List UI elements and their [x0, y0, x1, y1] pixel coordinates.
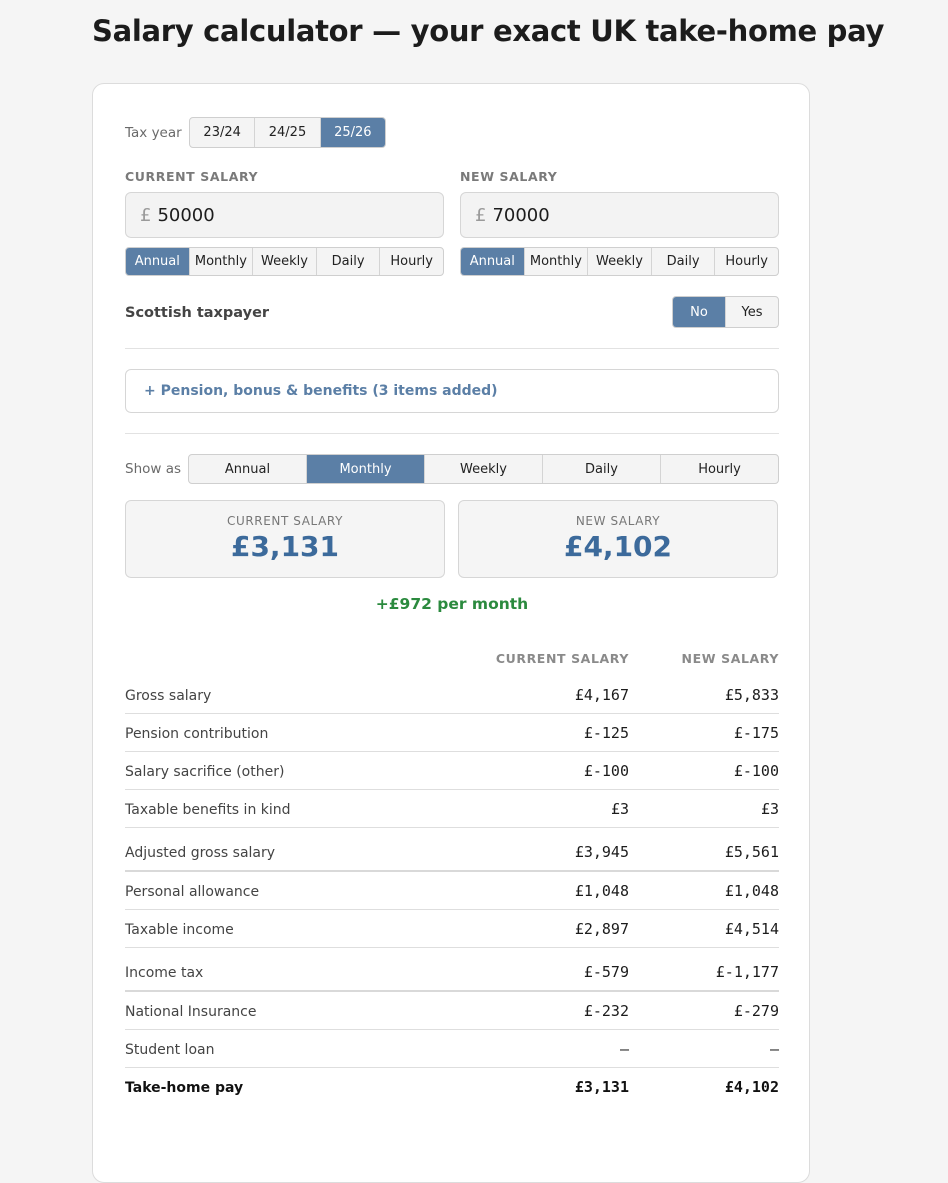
current-result-amount: £3,131: [230, 530, 340, 563]
difference-text: +£972 per month: [375, 595, 529, 613]
show-as-daily[interactable]: Daily: [543, 455, 661, 483]
divider: [125, 433, 779, 434]
table-header: CURRENT SALARY NEW SALARY: [125, 640, 779, 676]
row-current-value: —: [619, 1040, 629, 1058]
page-title: Salary calculator — your exact UK take-h…: [92, 14, 885, 48]
current-currency-symbol: £: [140, 204, 152, 226]
row-current-value: £3,945: [574, 843, 629, 861]
current-salary-value: 50000: [157, 204, 215, 226]
row-new-value: £-1,177: [715, 963, 779, 981]
current-salary-label: CURRENT SALARY: [125, 169, 259, 184]
row-new-value: £3: [760, 800, 779, 818]
row-new-value: £4,102: [724, 1078, 779, 1096]
current-result-box: CURRENT SALARY £3,131: [125, 500, 445, 578]
row-label: Pension contribution: [125, 726, 269, 742]
current-period-monthly[interactable]: Monthly: [190, 248, 254, 275]
column-header-current: CURRENT SALARY: [495, 650, 629, 666]
row-current-value: £1,048: [574, 882, 629, 900]
current-salary-input[interactable]: £ 50000: [125, 192, 444, 238]
row-current-value: £-232: [583, 1002, 629, 1020]
row-label: Take-home pay: [125, 1080, 244, 1096]
column-header-new: NEW SALARY: [681, 650, 779, 666]
row-new-value: £1,048: [724, 882, 779, 900]
row-label: National Insurance: [125, 1004, 257, 1020]
new-period-annual[interactable]: Annual: [461, 248, 525, 275]
row-label: Personal allowance: [125, 884, 260, 900]
table-row: Gross salary £4,167 £5,833: [125, 676, 779, 714]
show-as-monthly[interactable]: Monthly: [307, 455, 425, 483]
new-salary-label: NEW SALARY: [460, 169, 558, 184]
table-row: Income tax £-579 £-1,177: [125, 948, 779, 992]
current-period-weekly[interactable]: Weekly: [253, 248, 317, 275]
table-row: Student loan — —: [125, 1030, 779, 1068]
table-row: National Insurance £-232 £-279: [125, 992, 779, 1030]
new-salary-input[interactable]: £ 70000: [460, 192, 779, 238]
table-row: Adjusted gross salary £3,945 £5,561: [125, 828, 779, 872]
calculator-card: Tax year 23/24 24/25 25/26 CURRENT SALAR…: [92, 83, 810, 1183]
show-as-selector: Annual Monthly Weekly Daily Hourly: [188, 454, 779, 484]
row-new-value: —: [769, 1040, 779, 1058]
show-as-annual[interactable]: Annual: [189, 455, 307, 483]
row-current-value: £3,131: [574, 1078, 629, 1096]
row-label: Salary sacrifice (other): [125, 764, 285, 780]
new-result-amount: £4,102: [563, 530, 673, 563]
tax-year-label: Tax year: [125, 124, 182, 141]
extras-label: + Pension, bonus & benefits (3 items add…: [144, 383, 498, 399]
current-period-daily[interactable]: Daily: [317, 248, 381, 275]
table-row: Pension contribution £-125 £-175: [125, 714, 779, 752]
row-current-value: £2,897: [574, 920, 629, 938]
show-as-row: Show as Annual Monthly Weekly Daily Hour…: [125, 454, 779, 484]
divider: [125, 348, 779, 349]
new-period-daily[interactable]: Daily: [652, 248, 716, 275]
table-row: Taxable benefits in kind £3 £3: [125, 790, 779, 828]
new-period-monthly[interactable]: Monthly: [525, 248, 589, 275]
current-period-annual[interactable]: Annual: [126, 248, 190, 275]
row-label: Gross salary: [125, 688, 212, 704]
scottish-taxpayer-label: Scottish taxpayer: [125, 305, 270, 321]
table-row: Taxable income £2,897 £4,514: [125, 910, 779, 948]
row-new-value: £-100: [733, 762, 779, 780]
show-as-hourly[interactable]: Hourly: [661, 455, 778, 483]
row-label: Student loan: [125, 1042, 215, 1058]
row-new-value: £5,833: [724, 686, 779, 704]
table-row: Personal allowance £1,048 £1,048: [125, 872, 779, 910]
tax-year-option-2526[interactable]: 25/26: [320, 118, 385, 147]
tax-year-option-2425[interactable]: 24/25: [255, 118, 321, 147]
tax-year-option-2324[interactable]: 23/24: [190, 118, 256, 147]
tax-year-selector: 23/24 24/25 25/26: [189, 117, 386, 148]
extras-expander[interactable]: + Pension, bonus & benefits (3 items add…: [125, 369, 779, 413]
scottish-option-yes[interactable]: Yes: [726, 297, 778, 327]
scottish-taxpayer-toggle: No Yes: [672, 296, 779, 328]
new-currency-symbol: £: [475, 204, 487, 226]
row-new-value: £-175: [733, 724, 779, 742]
table-row: Salary sacrifice (other) £-100 £-100: [125, 752, 779, 790]
row-label: Income tax: [125, 965, 204, 981]
table-row-total: Take-home pay £3,131 £4,102: [125, 1068, 779, 1105]
row-new-value: £5,561: [724, 843, 779, 861]
current-period-hourly[interactable]: Hourly: [380, 248, 443, 275]
row-new-value: £4,514: [724, 920, 779, 938]
row-current-value: £4,167: [574, 686, 629, 704]
new-result-box: NEW SALARY £4,102: [458, 500, 778, 578]
show-as-weekly[interactable]: Weekly: [425, 455, 543, 483]
scottish-option-no[interactable]: No: [673, 297, 726, 327]
new-period-selector: Annual Monthly Weekly Daily Hourly: [460, 247, 779, 276]
new-salary-value: 70000: [492, 204, 550, 226]
tax-year-row: Tax year 23/24 24/25 25/26: [125, 117, 779, 148]
current-result-label: CURRENT SALARY: [226, 514, 344, 528]
row-label: Adjusted gross salary: [125, 845, 276, 861]
row-current-value: £-125: [583, 724, 629, 742]
row-label: Taxable benefits in kind: [125, 802, 291, 818]
row-new-value: £-279: [733, 1002, 779, 1020]
row-current-value: £-579: [583, 963, 629, 981]
new-period-weekly[interactable]: Weekly: [588, 248, 652, 275]
row-label: Taxable income: [125, 922, 234, 938]
new-result-label: NEW SALARY: [575, 514, 661, 528]
row-current-value: £3: [610, 800, 629, 818]
row-current-value: £-100: [583, 762, 629, 780]
new-period-hourly[interactable]: Hourly: [715, 248, 778, 275]
current-period-selector: Annual Monthly Weekly Daily Hourly: [125, 247, 444, 276]
show-as-label: Show as: [125, 461, 182, 477]
breakdown-table: CURRENT SALARY NEW SALARY Gross salary £…: [125, 640, 779, 1105]
